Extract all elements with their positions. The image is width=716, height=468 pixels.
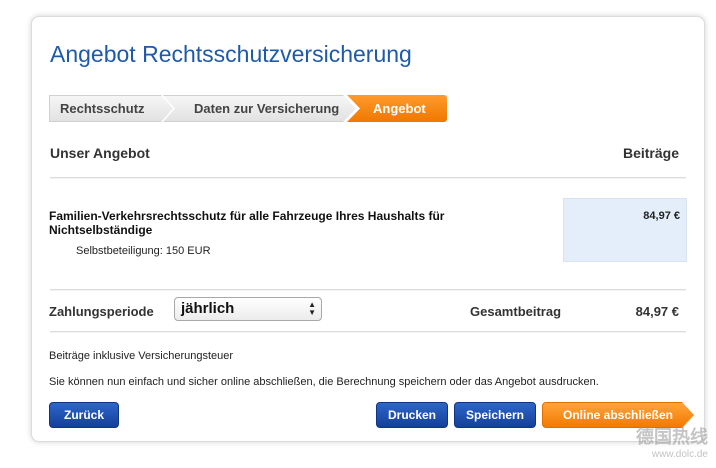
offer-header-row: Unser Angebot Beiträge (50, 145, 686, 165)
tax-note: Beiträge inklusive Versicherungsteuer (49, 350, 234, 362)
info-note: Sie können nun einfach und sicher online… (49, 376, 599, 388)
print-button[interactable]: Drucken (376, 402, 448, 428)
step-angebot-active: Angebot (347, 95, 447, 122)
total-premium-value: 84,97 € (635, 304, 679, 319)
watermark-logo: 德国热线 www.dolc.de (636, 427, 708, 460)
premiums-heading: Beiträge (622, 145, 679, 161)
select-updown-icon: ▲ ▼ (308, 300, 316, 317)
divider (50, 177, 686, 179)
payment-period-select[interactable]: jährlich ▲ ▼ (174, 297, 322, 321)
offer-heading: Unser Angebot (50, 145, 150, 161)
breadcrumb: Rechtsschutz Daten zur Versicherung Ange… (49, 95, 449, 122)
page-title: Angebot Rechtsschutzversicherung (50, 41, 412, 67)
total-premium-label: Gesamtbeitrag (470, 304, 562, 319)
step-rechtsschutz[interactable]: Rechtsschutz (49, 95, 179, 122)
product-name: Familien-Verkehrsrechtsschutz für alle F… (49, 209, 445, 237)
online-close-button[interactable]: Online abschließen (542, 402, 694, 428)
payment-period-label: Zahlungsperiode (49, 304, 154, 319)
step-daten-zur-versicherung[interactable]: Daten zur Versicherung (163, 95, 359, 122)
divider (50, 331, 686, 333)
save-button[interactable]: Speichern (454, 402, 536, 428)
back-button[interactable]: Zurück (49, 402, 119, 428)
deductible-text: Selbstbeteiligung: 150 EUR (76, 245, 211, 257)
product-price: 84,97 € (643, 210, 680, 222)
divider (50, 289, 686, 291)
payment-period-value: jährlich (181, 300, 235, 317)
product-price-box: 84,97 € (563, 198, 687, 262)
offer-card: Angebot Rechtsschutzversicherung Rechtss… (31, 16, 705, 442)
